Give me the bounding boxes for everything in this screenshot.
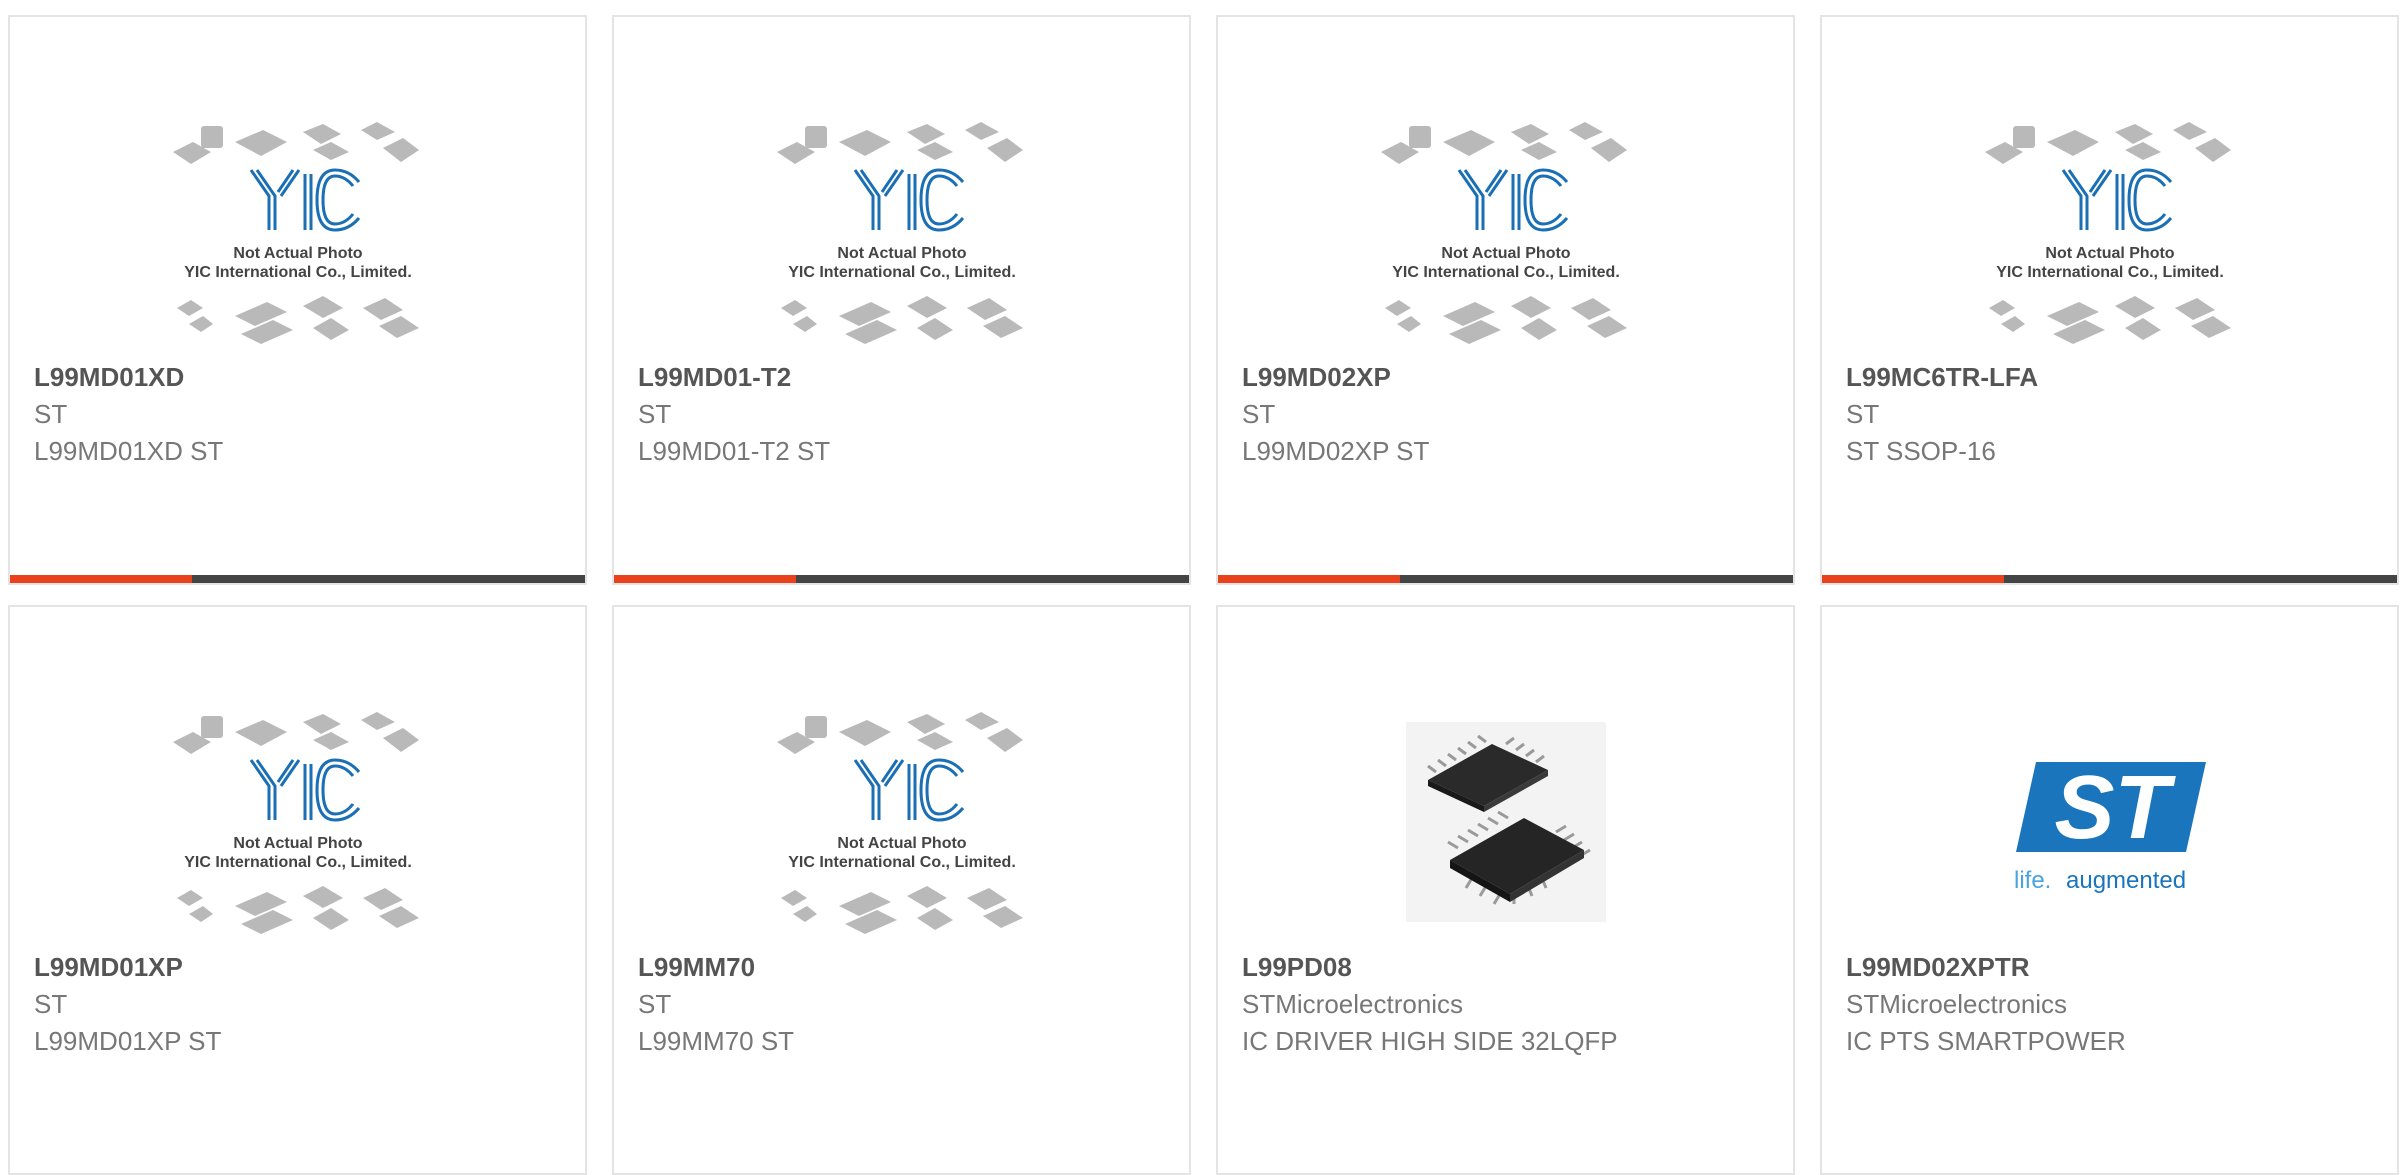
svg-text:Not Actual Photo: Not Actual Photo — [1441, 245, 1570, 262]
product-description: IC DRIVER HIGH SIDE 32LQFP — [1242, 1026, 1618, 1056]
product-manufacturer: STMicroelectronics — [1242, 989, 1464, 1019]
product-part-number[interactable]: L99MC6TR-LFA — [1846, 362, 2038, 393]
product-part-number[interactable]: L99MD02XPTR — [1846, 952, 2030, 983]
yic-placeholder-image: Not Actual Photo YIC International Co., … — [776, 122, 1023, 344]
svg-text:YIC International Co., Limited: YIC International Co., Limited. — [788, 264, 1016, 281]
product-thumbnail[interactable]: Not Actual Photo YIC International Co., … — [1822, 97, 2397, 367]
product-manufacturer: ST — [1242, 399, 1276, 429]
svg-text:YIC International Co., Limited: YIC International Co., Limited. — [1996, 264, 2224, 281]
card-accent-bar — [1822, 575, 2004, 583]
product-description: ST SSOP-16 — [1846, 436, 1996, 466]
product-card[interactable]: Not Actual Photo YIC International Co., … — [1216, 15, 1795, 585]
svg-text:Not Actual Photo: Not Actual Photo — [233, 245, 362, 262]
product-part-number[interactable]: L99MM70 — [638, 952, 755, 983]
svg-text:Not Actual Photo: Not Actual Photo — [837, 835, 966, 852]
product-card[interactable]: Not Actual Photo YIC International Co., … — [612, 605, 1191, 1175]
product-description: L99MM70 ST — [638, 1026, 795, 1056]
product-manufacturer: ST — [34, 989, 68, 1019]
product-thumbnail[interactable]: Not Actual Photo YIC International Co., … — [10, 97, 585, 367]
product-thumbnail[interactable] — [1218, 687, 1793, 957]
st-logo-image: ST life. augmented — [2014, 758, 2206, 894]
product-description: L99MD02XP ST — [1242, 436, 1430, 466]
card-accent-bar — [1218, 575, 1400, 583]
product-thumbnail[interactable]: Not Actual Photo YIC International Co., … — [614, 687, 1189, 957]
product-manufacturer: ST — [638, 399, 672, 429]
product-manufacturer: STMicroelectronics — [1846, 989, 2068, 1019]
product-grid: Not Actual Photo YIC International Co., … — [8, 15, 2399, 1175]
yic-placeholder-image: Not Actual Photo YIC International Co., … — [1380, 122, 1627, 344]
card-bottom-bar — [10, 575, 585, 583]
yic-placeholder-image: Not Actual Photo YIC International Co., … — [172, 122, 419, 344]
card-bottom-bar — [1218, 575, 1793, 583]
product-card[interactable]: ST life. augmented L99MD02XPTR STMicroel… — [1820, 605, 2399, 1175]
lqfp-chip-image — [1405, 722, 1606, 922]
product-thumbnail[interactable]: Not Actual Photo YIC International Co., … — [614, 97, 1189, 367]
svg-text:YIC International Co., Limited: YIC International Co., Limited. — [184, 264, 412, 281]
svg-text:YIC International Co., Limited: YIC International Co., Limited. — [788, 854, 1016, 871]
product-part-number[interactable]: L99MD02XP — [1242, 362, 1391, 393]
product-description: L99MD01XP ST — [34, 1026, 222, 1056]
product-part-number[interactable]: L99MD01XD — [34, 362, 184, 393]
card-accent-bar — [614, 575, 796, 583]
yic-placeholder-image: Not Actual Photo YIC International Co., … — [776, 712, 1023, 934]
svg-text:life.: life. — [2014, 867, 2051, 894]
card-accent-bar — [10, 575, 192, 583]
product-thumbnail[interactable]: ST life. augmented — [1822, 687, 2397, 957]
svg-text:YIC International Co., Limited: YIC International Co., Limited. — [1392, 264, 1620, 281]
product-card[interactable]: L99PD08 STMicroelectronics IC DRIVER HIG… — [1216, 605, 1795, 1175]
product-manufacturer: ST — [638, 989, 672, 1019]
svg-text:ST: ST — [2054, 758, 2176, 858]
product-thumbnail[interactable]: Not Actual Photo YIC International Co., … — [1218, 97, 1793, 367]
product-part-number[interactable]: L99PD08 — [1242, 952, 1352, 983]
product-manufacturer: ST — [34, 399, 68, 429]
card-bottom-bar — [614, 575, 1189, 583]
svg-text:YIC International Co., Limited: YIC International Co., Limited. — [184, 854, 412, 871]
product-card[interactable]: Not Actual Photo YIC International Co., … — [612, 15, 1191, 585]
product-card[interactable]: Not Actual Photo YIC International Co., … — [8, 15, 587, 585]
product-manufacturer: ST — [1846, 399, 1880, 429]
product-card[interactable]: Not Actual Photo YIC International Co., … — [8, 605, 587, 1175]
product-description: L99MD01-T2 ST — [638, 436, 831, 466]
product-card[interactable]: Not Actual Photo YIC International Co., … — [1820, 15, 2399, 585]
yic-placeholder-image: Not Actual Photo YIC International Co., … — [172, 712, 419, 934]
product-description: IC PTS SMARTPOWER — [1846, 1026, 2126, 1056]
svg-text:Not Actual Photo: Not Actual Photo — [2045, 245, 2174, 262]
product-thumbnail[interactable]: Not Actual Photo YIC International Co., … — [10, 687, 585, 957]
card-bottom-bar — [1822, 575, 2397, 583]
product-part-number[interactable]: L99MD01-T2 — [638, 362, 791, 393]
svg-text:Not Actual Photo: Not Actual Photo — [837, 245, 966, 262]
product-description: L99MD01XD ST — [34, 436, 224, 466]
svg-text:augmented: augmented — [2066, 867, 2186, 894]
svg-text:Not Actual Photo: Not Actual Photo — [233, 835, 362, 852]
product-part-number[interactable]: L99MD01XP — [34, 952, 183, 983]
yic-placeholder-image: Not Actual Photo YIC International Co., … — [1984, 122, 2231, 344]
